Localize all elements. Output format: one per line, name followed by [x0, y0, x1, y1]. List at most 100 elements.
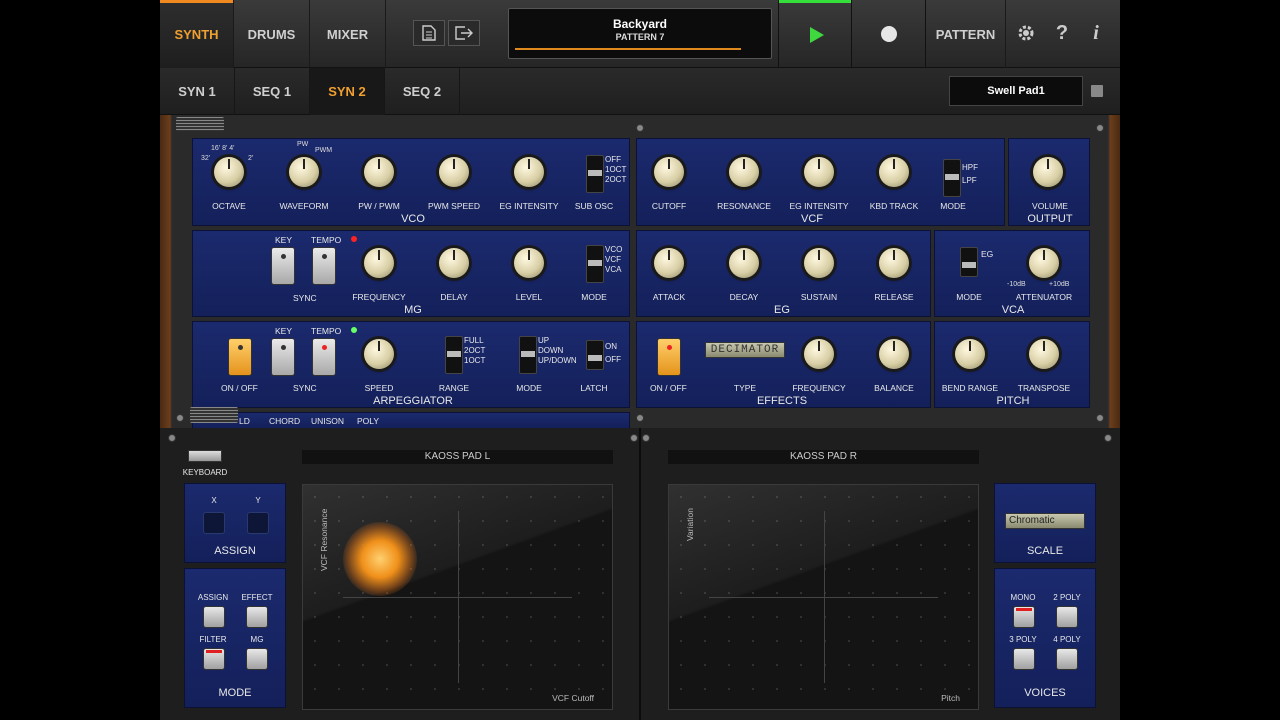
arp-mode-switch[interactable] [519, 336, 537, 374]
arp-speed-knob[interactable] [364, 339, 394, 369]
arp-key-sync-button[interactable] [271, 338, 295, 376]
volume-knob[interactable] [1033, 157, 1063, 187]
tab-seq1[interactable]: SEQ 1 [235, 68, 310, 115]
octave-ticks: 16' 8' 4' [211, 145, 235, 152]
vca-mode-label: MODE [956, 292, 982, 302]
preset-name[interactable]: Swell Pad1 [949, 76, 1083, 106]
assign-y-button[interactable] [247, 512, 269, 534]
tab-drums[interactable]: DRUMS [234, 0, 310, 68]
export-icon[interactable] [448, 20, 480, 46]
tab-synth[interactable]: SYNTH [160, 0, 234, 68]
panel-handle-top[interactable] [176, 117, 224, 131]
kbd-track-knob[interactable] [879, 157, 909, 187]
gear-icon[interactable] [1010, 20, 1042, 46]
document-icon[interactable] [413, 20, 445, 46]
arp-sync-label: SYNC [293, 383, 317, 393]
vcf-mode-switch[interactable] [943, 159, 961, 197]
transpose-knob[interactable] [1029, 339, 1059, 369]
keyboard-toggle[interactable] [188, 450, 222, 462]
arp-on-off-button[interactable] [228, 338, 252, 376]
resonance-knob[interactable] [729, 157, 759, 187]
octave-knob[interactable] [214, 157, 244, 187]
record-button[interactable] [852, 0, 926, 68]
mode-filter-button[interactable] [203, 648, 225, 670]
release-label: RELEASE [874, 292, 914, 302]
attack-knob[interactable] [654, 248, 684, 278]
voices-2poly-button[interactable] [1056, 606, 1078, 628]
sub-osc-switch[interactable] [586, 155, 604, 193]
effects-title: EFFECTS [756, 395, 808, 407]
balance-knob[interactable] [879, 339, 909, 369]
tab-seq2[interactable]: SEQ 2 [385, 68, 460, 115]
mg-level-knob[interactable] [514, 248, 544, 278]
info-icon[interactable]: i [1080, 20, 1112, 46]
song-display[interactable]: Backyard PATTERN 7 [508, 8, 772, 59]
mg-mode-switch[interactable] [586, 245, 604, 283]
mg-frequency-knob[interactable] [364, 248, 394, 278]
pw-pwm-knob[interactable] [364, 157, 394, 187]
assign-x-button[interactable] [203, 512, 225, 534]
kaoss-pad-r[interactable]: Variation Pitch [668, 484, 979, 710]
latch-switch[interactable] [586, 340, 604, 370]
tab-syn2[interactable]: SYN 2 [310, 68, 385, 115]
help-icon[interactable]: ? [1046, 20, 1078, 46]
mg-mode-label: MODE [581, 292, 607, 302]
attenuator-label: ATTENUATOR [1015, 292, 1073, 302]
effects-frequency-label: FREQUENCY [792, 383, 846, 393]
latch-options: ON OFF [605, 342, 621, 364]
panel-handle-bottom[interactable] [190, 407, 238, 423]
mode-assign-button[interactable] [203, 606, 225, 628]
save-icon[interactable] [1091, 85, 1103, 97]
kaoss-pad-l[interactable]: VCF Resonance VCF Cutoff [302, 484, 613, 710]
effect-type-display[interactable]: DECIMATOR [705, 342, 785, 358]
vcf-eg-intensity-knob[interactable] [804, 157, 834, 187]
kaoss-l-y-label: VCF Resonance [319, 508, 329, 571]
pattern-button[interactable]: PATTERN [926, 0, 1006, 68]
arp-tempo-sync-button[interactable] [312, 338, 336, 376]
screw [176, 414, 184, 422]
sustain-label: SUSTAIN [800, 292, 838, 302]
release-knob[interactable] [879, 248, 909, 278]
pwm-speed-knob[interactable] [439, 157, 469, 187]
mg-delay-knob[interactable] [439, 248, 469, 278]
assign-x-label: X [211, 496, 217, 505]
effects-frequency-knob[interactable] [804, 339, 834, 369]
assign-title: ASSIGN [214, 545, 256, 557]
voices-4poly-button[interactable] [1056, 648, 1078, 670]
mode-mg-label: MG [250, 635, 264, 644]
mode-mg-button[interactable] [246, 648, 268, 670]
vco-eg-intensity-knob[interactable] [514, 157, 544, 187]
screw [636, 124, 644, 132]
decay-knob[interactable] [729, 248, 759, 278]
mode-box: ASSIGN EFFECT FILTER MG MODE [184, 568, 286, 708]
voices-3poly-button[interactable] [1013, 648, 1035, 670]
mode-filter-label: FILTER [199, 635, 227, 644]
bend-range-label: BEND RANGE [941, 383, 999, 393]
sustain-knob[interactable] [804, 248, 834, 278]
mg-key-label: KEY [275, 235, 293, 245]
mg-key-sync-button[interactable] [271, 247, 295, 285]
bend-range-knob[interactable] [955, 339, 985, 369]
play-button[interactable] [778, 0, 852, 68]
record-icon [881, 26, 897, 42]
strip-label-unison: UNISON [311, 416, 345, 426]
octave-label: OCTAVE [212, 201, 246, 211]
divider [639, 428, 641, 720]
mode-effect-button[interactable] [246, 606, 268, 628]
tab-mixer[interactable]: MIXER [310, 0, 386, 68]
mg-led [351, 236, 357, 242]
waveform-knob[interactable] [289, 157, 319, 187]
screw [168, 434, 176, 442]
mg-tempo-sync-button[interactable] [312, 247, 336, 285]
vca-mode-switch[interactable] [960, 247, 978, 277]
transpose-label: TRANSPOSE [1017, 383, 1071, 393]
scale-selector[interactable]: Chromatic [1005, 513, 1085, 529]
tab-syn1[interactable]: SYN 1 [160, 68, 235, 115]
cutoff-knob[interactable] [654, 157, 684, 187]
arp-range-switch[interactable] [445, 336, 463, 374]
voices-mono-button[interactable] [1013, 606, 1035, 628]
pw-pwm-label: PW / PWM [358, 201, 400, 211]
attenuator-knob[interactable] [1029, 248, 1059, 278]
arp-mode-options: UP DOWN UP/DOWN [538, 336, 577, 365]
effects-on-off-button[interactable] [657, 338, 681, 376]
